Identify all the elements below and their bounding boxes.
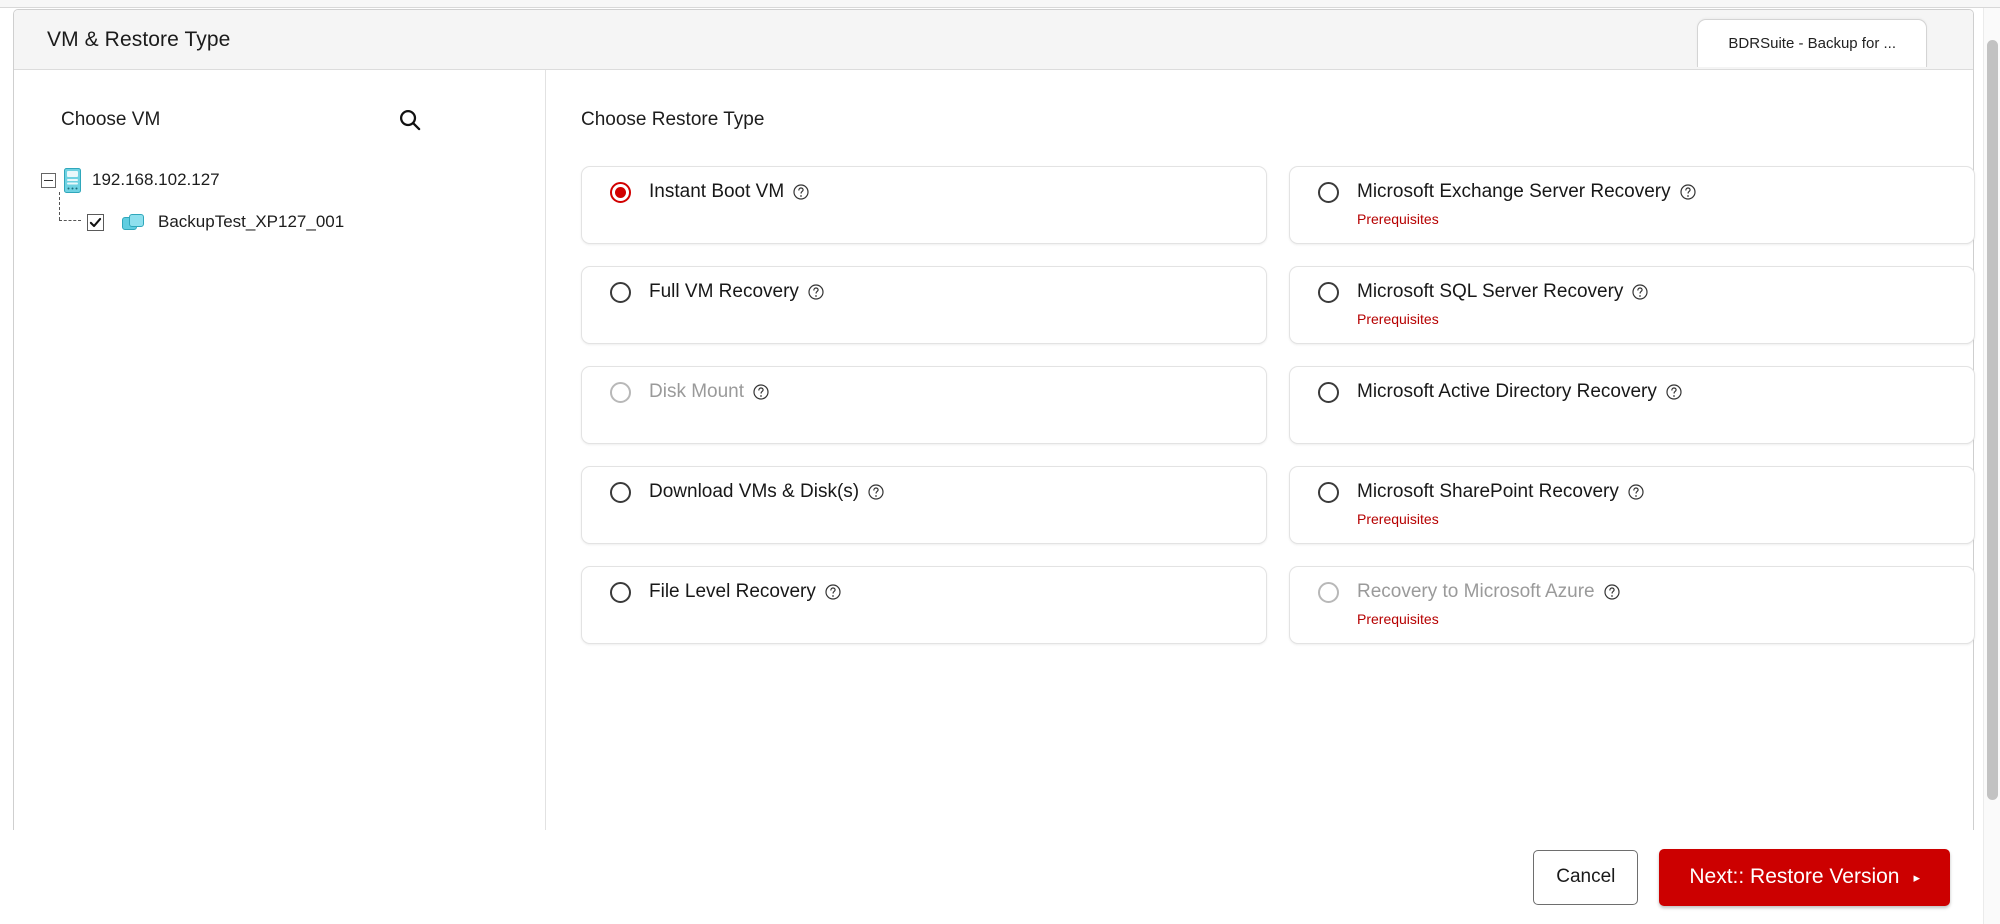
option-label: Microsoft Active Directory Recovery [1357,381,1657,402]
restore-option-disk-mount: Disk Mount [581,366,1267,444]
question-circle-icon[interactable] [808,284,824,300]
option-label: Disk Mount [649,381,745,402]
choose-vm-panel: Choose VM 192.168.102.127 BackupTest_XP1… [14,70,546,830]
restore-option-microsoft-exchange-server-recovery[interactable]: Microsoft Exchange Server Recovery Prere… [1289,166,1975,244]
question-circle-icon[interactable] [1603,584,1620,600]
radio-disk-mount [610,381,631,403]
restore-option-download-vms-disks[interactable]: Download VMs & Disk(s) [581,466,1267,544]
question-circle-icon[interactable] [1666,384,1682,400]
vertical-scrollbar[interactable] [1983,8,2000,924]
prerequisites-link[interactable]: Prerequisites [1357,611,1439,627]
radio-microsoft-sharepoint-recovery[interactable] [1318,481,1339,503]
application-root: VM & Restore Type BDRSuite - Backup for … [0,0,2000,924]
choose-vm-header: Choose VM [14,98,545,142]
prerequisites-link[interactable]: Prerequisites [1357,511,1439,527]
dialog-titlebar: VM & Restore Type BDRSuite - Backup for … [14,10,1973,70]
radio-file-level-recovery[interactable] [610,581,631,603]
tree-row[interactable]: BackupTest_XP127_001 [41,192,545,238]
restore-option-file-level-recovery[interactable]: File Level Recovery [581,566,1267,644]
search-icon[interactable] [393,103,427,137]
radio-microsoft-exchange-server-recovery[interactable] [1318,181,1339,203]
question-circle-icon[interactable] [793,184,809,200]
question-circle-icon[interactable] [1628,484,1644,500]
server-icon [64,167,81,193]
restore-option-full-vm-recovery[interactable]: Full VM Recovery [581,266,1267,344]
question-circle-icon[interactable] [868,484,884,500]
dialog-footer: Cancel Next:: Restore Version ▸ [0,830,1987,924]
radio-full-vm-recovery[interactable] [610,281,631,303]
choose-restore-type-panel: Choose Restore Type Instant Boot VM Micr… [546,70,2000,830]
radio-microsoft-sql-server-recovery[interactable] [1318,281,1339,303]
option-label: Full VM Recovery [649,281,799,302]
option-label: Instant Boot VM [649,181,785,202]
radio-instant-boot-vm[interactable] [610,181,631,203]
restore-option-microsoft-active-directory-recovery[interactable]: Microsoft Active Directory Recovery [1289,366,1975,444]
page-title: VM & Restore Type [47,27,231,51]
option-label: Download VMs & Disk(s) [649,481,860,502]
option-label: Microsoft SharePoint Recovery [1357,481,1619,502]
radio-microsoft-active-directory-recovery[interactable] [1318,381,1339,403]
chevron-right-icon: ▸ [1913,869,1920,885]
question-circle-icon[interactable] [753,384,769,400]
tree-node-label: 192.168.102.127 [92,170,220,189]
option-label: Microsoft Exchange Server Recovery [1357,181,1671,202]
prerequisites-link[interactable]: Prerequisites [1357,311,1439,327]
tree-node-label: BackupTest_XP127_001 [158,212,345,231]
scrollbar-thumb[interactable] [1987,40,1998,800]
vm-checkbox[interactable] [87,213,104,231]
vm-tree: 192.168.102.127 BackupTest_XP127_001 [14,164,545,238]
option-label: Microsoft SQL Server Recovery [1357,281,1624,302]
restore-option-instant-boot-vm[interactable]: Instant Boot VM [581,166,1267,244]
restore-option-microsoft-sharepoint-recovery[interactable]: Microsoft SharePoint Recovery Prerequisi… [1289,466,1975,544]
tree-row[interactable]: 192.168.102.127 [41,164,545,196]
question-circle-icon[interactable] [1632,284,1649,300]
option-label: File Level Recovery [649,581,816,602]
option-label: Recovery to Microsoft Azure [1357,581,1595,602]
cancel-button[interactable]: Cancel [1533,849,1639,905]
restore-option-recovery-to-microsoft-azure: Recovery to Microsoft Azure Prerequisite… [1289,566,1975,644]
radio-recovery-to-microsoft-azure [1318,581,1339,603]
choose-vm-title: Choose VM [61,109,161,130]
browser-tab[interactable]: BDRSuite - Backup for ... [1697,19,1927,67]
question-circle-icon[interactable] [1680,184,1696,200]
minus-box-icon[interactable] [41,172,56,188]
prerequisites-link[interactable]: Prerequisites [1357,211,1439,227]
restore-option-microsoft-sql-server-recovery[interactable]: Microsoft SQL Server Recovery Prerequisi… [1289,266,1975,344]
restore-type-options-grid: Instant Boot VM Microsoft Exchange Serve… [581,166,1975,644]
radio-download-vms-disks[interactable] [610,481,631,503]
question-circle-icon[interactable] [825,584,841,600]
browser-top-strip [0,0,2000,8]
vm-restore-type-dialog: VM & Restore Type BDRSuite - Backup for … [13,9,1975,830]
dialog-body: Choose VM 192.168.102.127 BackupTest_XP1… [14,70,1975,830]
browser-tab-label: BDRSuite - Backup for ... [1728,35,1896,52]
next-restore-version-button[interactable]: Next:: Restore Version ▸ [1659,848,1950,906]
tree-connector-line [59,192,87,238]
next-button-label: Next:: Restore Version [1689,865,1900,888]
choose-restore-type-title: Choose Restore Type [581,109,765,130]
vm-stack-icon [122,212,147,233]
